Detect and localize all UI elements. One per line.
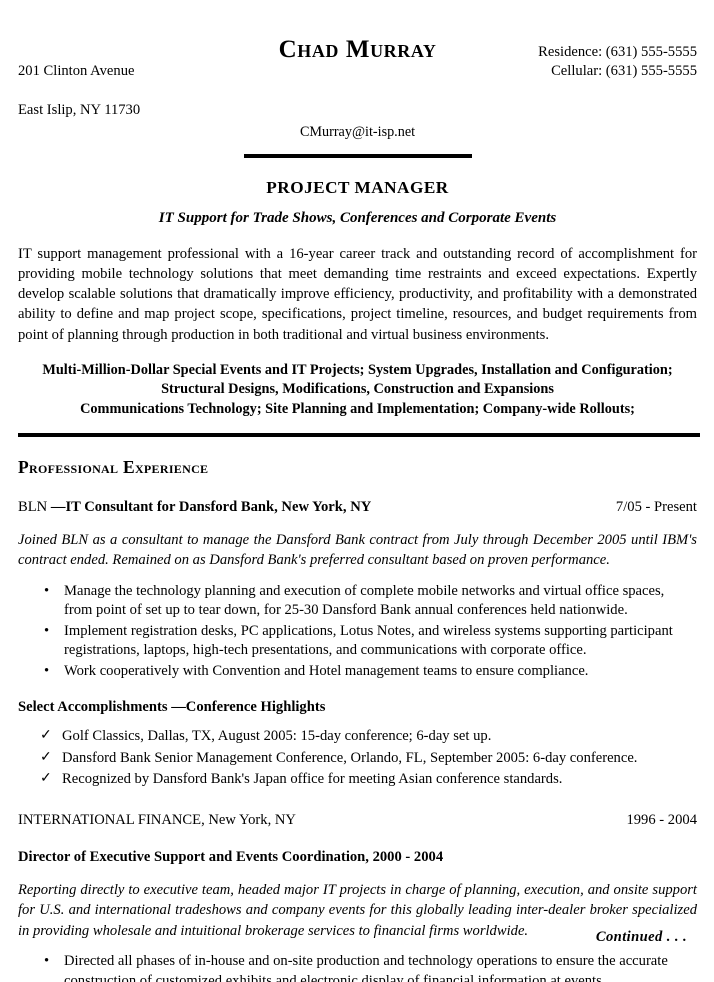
employer-dates-intl-finance: 1996 - 2004 bbox=[626, 812, 697, 828]
employer-row-bln: BLN —IT Consultant for Dansford Bank, Ne… bbox=[18, 499, 697, 516]
header-divider-rule bbox=[243, 154, 472, 158]
check-icon: ✓ bbox=[40, 771, 52, 787]
contact-block: Residence: (631) 555-5555 Cellular: (631… bbox=[538, 43, 697, 82]
address-block: 201 Clinton Avenue East Islip, NY 11730 bbox=[18, 43, 140, 139]
bullet-icon: • bbox=[44, 953, 50, 970]
job-bullets-intl-finance: • Directed all phases of in-house and on-… bbox=[18, 952, 697, 982]
professional-summary: IT support management professional with … bbox=[18, 246, 697, 343]
residence-phone: Residence: (631) 555-5555 bbox=[538, 44, 697, 60]
check-icon: ✓ bbox=[40, 728, 52, 744]
accomplishments-list: ✓ Golf Classics, Dallas, TX, August 2005:… bbox=[18, 727, 697, 790]
bullet-text: Work cooperatively with Convention and H… bbox=[64, 662, 589, 679]
bullet-icon: • bbox=[44, 582, 50, 599]
job-bullets-bln: • Manage the technology planning and exec… bbox=[18, 582, 697, 682]
employer-dates-bln: 7/05 - Present bbox=[615, 498, 697, 515]
target-job-subtitle: IT Support for Trade Shows, Conferences … bbox=[158, 210, 557, 226]
competency-line-3: Communications Technology; Site Planning… bbox=[80, 401, 635, 418]
competency-line-1: Multi-Million-Dollar Special Events and … bbox=[42, 361, 673, 378]
list-item: • Work cooperatively with Convention and … bbox=[18, 662, 695, 682]
list-item: • Implement registration desks, PC applic… bbox=[18, 622, 695, 661]
bullet-icon: • bbox=[44, 662, 50, 679]
employer-row-intl-finance: INTERNATIONAL FINANCE, New York, NY 1996… bbox=[18, 812, 697, 829]
accomplishments-heading: Select Accomplishments —Conference Highl… bbox=[18, 699, 326, 716]
core-competencies-block: Multi-Million-Dollar Special Events and … bbox=[18, 361, 697, 420]
employer-title-bln: —IT Consultant for Dansford Bank, New Yo… bbox=[50, 498, 372, 515]
bullet-icon: • bbox=[44, 622, 50, 639]
employer-name-bln: BLN —IT Consultant for Dansford Bank, Ne… bbox=[18, 499, 371, 516]
check-icon: ✓ bbox=[40, 749, 52, 765]
address-line-1: 201 Clinton Avenue bbox=[18, 63, 135, 80]
bullet-text: Implement registration desks, PC applica… bbox=[64, 622, 673, 659]
accomplishment-text: Golf Classics, Dallas, TX, August 2005: … bbox=[62, 728, 492, 745]
address-line-2: East Islip, NY 11730 bbox=[18, 101, 141, 118]
resume-page: 201 Clinton Avenue East Islip, NY 11730 … bbox=[0, 0, 714, 982]
list-item: ✓ Dansford Bank Senior Management Confere… bbox=[18, 749, 695, 769]
cellular-phone: Cellular: (631) 555-5555 bbox=[551, 63, 697, 80]
job-role-title-intl-finance: Director of Executive Support and Events… bbox=[18, 849, 444, 865]
list-item: • Manage the technology planning and exec… bbox=[18, 582, 695, 621]
competency-line-2: Structural Designs, Modifications, Const… bbox=[161, 381, 554, 398]
target-job-title: PROJECT MANAGER bbox=[266, 178, 449, 197]
bullet-text: Directed all phases of in-house and on-s… bbox=[64, 953, 668, 982]
section-heading-experience: Professional Experience bbox=[18, 456, 209, 477]
employer-prefix-bln: BLN bbox=[18, 498, 51, 515]
bullet-text: Manage the technology planning and execu… bbox=[64, 582, 665, 619]
section-divider-rule bbox=[18, 432, 700, 437]
job-narrative-bln: Joined BLN as a consultant to manage the… bbox=[18, 531, 697, 569]
accomplishment-text: Recognized by Dansford Bank's Japan offi… bbox=[62, 771, 563, 788]
document-header: 201 Clinton Avenue East Islip, NY 11730 … bbox=[18, 36, 697, 118]
continued-footer: Continued . . . bbox=[595, 929, 687, 945]
list-item: ✓ Recognized by Dansford Bank's Japan off… bbox=[18, 770, 695, 790]
list-item: • Directed all phases of in-house and on-… bbox=[18, 952, 695, 982]
employer-name-intl-finance: INTERNATIONAL FINANCE, New York, NY bbox=[18, 812, 296, 828]
list-item: ✓ Golf Classics, Dallas, TX, August 2005:… bbox=[18, 727, 695, 747]
accomplishment-text: Dansford Bank Senior Management Conferen… bbox=[62, 749, 638, 766]
